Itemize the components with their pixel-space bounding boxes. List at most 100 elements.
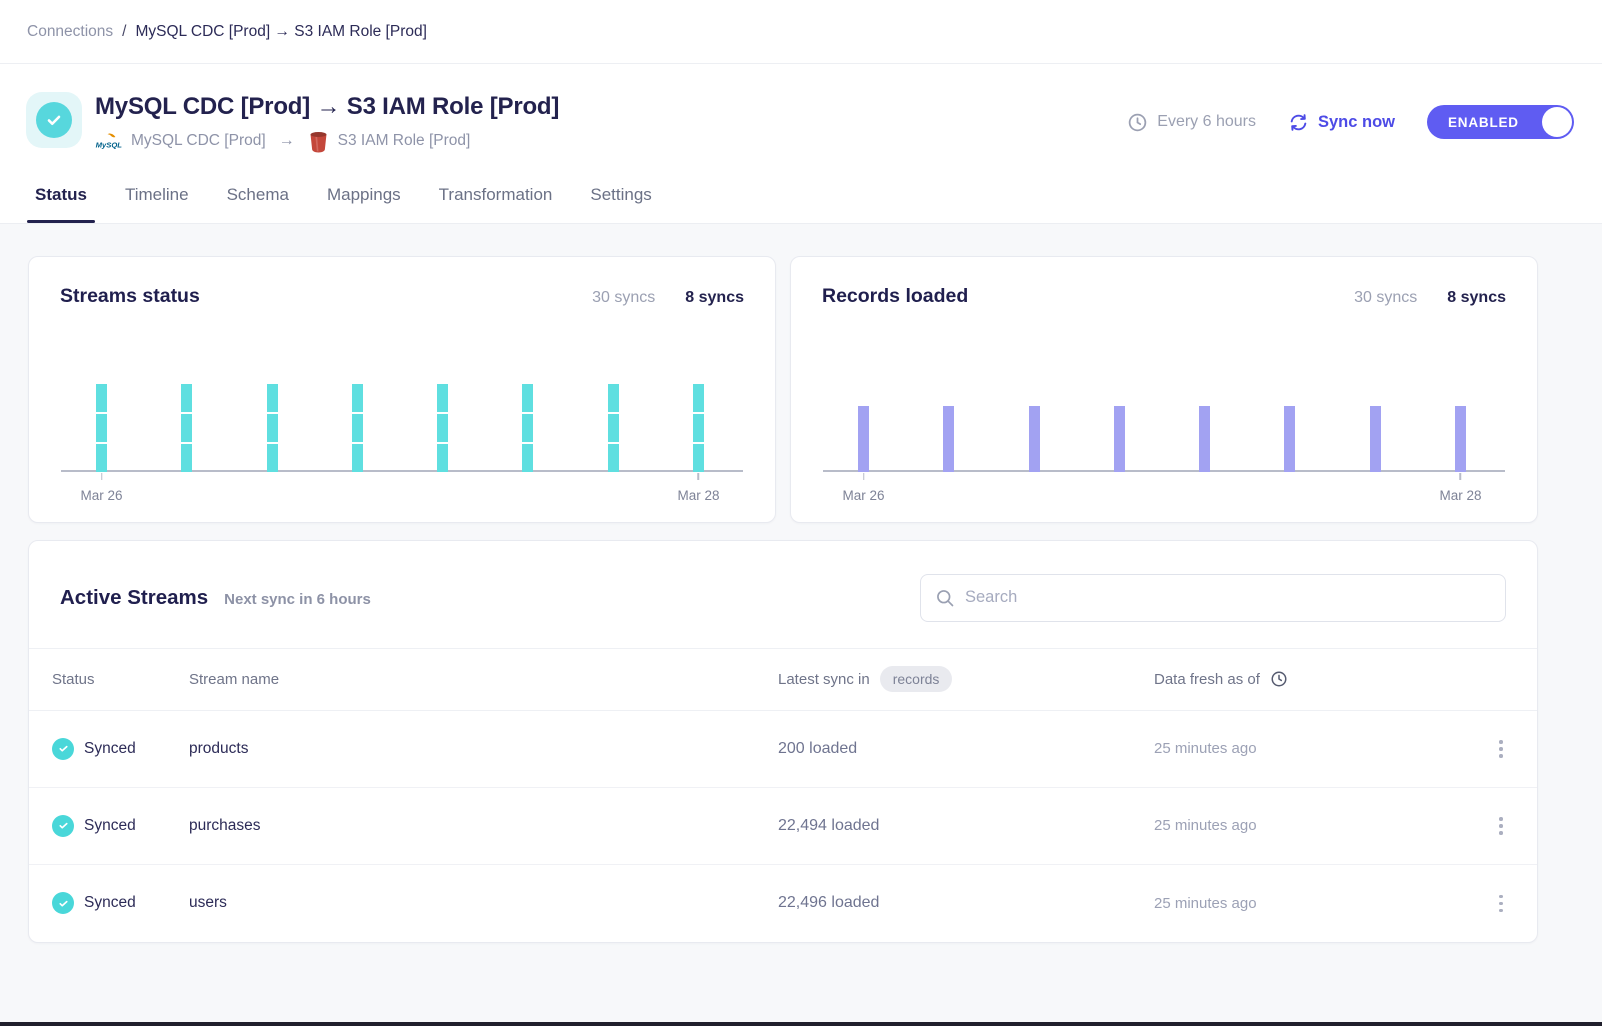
tab-mappings[interactable]: Mappings	[327, 177, 401, 223]
breadcrumb: Connections / MySQL CDC [Prod] → S3 IAM …	[0, 0, 1602, 64]
sync-now-button[interactable]: Sync now	[1288, 112, 1395, 133]
chart-bar	[522, 384, 533, 472]
search-input[interactable]	[965, 588, 1491, 607]
syncs-selected-label: 8 syncs	[685, 289, 744, 307]
column-stream-name: Stream name	[189, 671, 778, 688]
source-name: MySQL CDC [Prod]	[131, 132, 266, 150]
breadcrumb-separator: /	[122, 23, 126, 41]
chart-bar	[1455, 406, 1466, 472]
axis-tick	[101, 473, 103, 480]
chart-bar	[1370, 406, 1381, 472]
main-content: Streams status 30 syncs 8 syncs Mar 26Ma…	[0, 224, 1602, 943]
schedule-label: Every 6 hours	[1157, 113, 1256, 131]
syncs-selected-label: 8 syncs	[1447, 289, 1506, 307]
next-sync-label: Next sync in 6 hours	[224, 591, 371, 608]
sync-schedule: Every 6 hours	[1127, 112, 1256, 133]
chart-bar	[1114, 406, 1125, 472]
column-latest-sync: Latest sync in	[778, 671, 870, 688]
axis-tick	[698, 473, 700, 480]
records-loaded-value: 22,496 loaded	[778, 894, 1154, 912]
axis-tick	[863, 473, 865, 480]
breadcrumb-connections-link[interactable]: Connections	[27, 23, 113, 41]
stream-status-label: Synced	[84, 894, 136, 912]
stream-name: purchases	[189, 817, 778, 835]
x-axis-label: Mar 26	[842, 488, 884, 503]
table-row[interactable]: Synced purchases 22,494 loaded 25 minute…	[29, 788, 1537, 865]
chart-bar	[352, 384, 363, 472]
data-freshness-value: 25 minutes ago	[1154, 895, 1457, 912]
records-loaded-chart: Mar 26 Mar 28	[822, 308, 1506, 522]
stream-status-label: Synced	[84, 740, 136, 758]
streams-table-body: Synced products 200 loaded 25 minutes ag…	[29, 711, 1537, 942]
records-unit-badge[interactable]: records	[880, 666, 953, 692]
syncs-total-label: 30 syncs	[1354, 289, 1417, 307]
connection-tabs: Status Timeline Schema Mappings Transformati…	[0, 177, 1602, 223]
connection-enabled-toggle[interactable]: ENABLED	[1427, 105, 1574, 139]
x-axis-label: Mar 28	[1439, 488, 1481, 503]
check-circle-icon	[52, 892, 74, 914]
chart-bar	[693, 384, 704, 472]
streams-table-header: Status Stream name Latest sync in record…	[29, 648, 1537, 711]
refresh-icon	[1288, 112, 1309, 133]
s3-bucket-icon	[308, 130, 329, 153]
destination-name: S3 IAM Role [Prod]	[338, 132, 471, 150]
records-loaded-title: Records loaded	[822, 285, 968, 308]
tab-transformation[interactable]: Transformation	[439, 177, 553, 223]
records-loaded-value: 22,494 loaded	[778, 817, 1154, 835]
tab-schema[interactable]: Schema	[227, 177, 289, 223]
chart-bar	[1284, 406, 1295, 472]
chart-bar	[96, 384, 107, 472]
chart-bar	[1029, 406, 1040, 472]
stream-search	[920, 574, 1506, 622]
streams-status-title: Streams status	[60, 285, 200, 308]
streams-status-chart: Mar 26 Mar 28	[60, 308, 744, 522]
check-circle-icon	[52, 738, 74, 760]
clock-icon	[1270, 670, 1288, 688]
chart-bar	[608, 384, 619, 472]
page-title: MySQL CDC [Prod] → S3 IAM Role [Prod]	[95, 93, 1127, 122]
arrow-icon: →	[279, 132, 295, 150]
check-circle-icon	[36, 102, 72, 138]
tab-settings[interactable]: Settings	[590, 177, 651, 223]
check-circle-icon	[52, 815, 74, 837]
sync-now-label: Sync now	[1318, 113, 1395, 132]
chart-bar	[943, 406, 954, 472]
svg-text:MySQL: MySQL	[96, 141, 122, 150]
connection-header: MySQL CDC [Prod] → S3 IAM Role [Prod] My…	[0, 64, 1602, 224]
column-data-fresh: Data fresh as of	[1154, 671, 1260, 688]
search-icon	[935, 588, 955, 608]
records-loaded-card: Records loaded 30 syncs 8 syncs Mar 26Ma…	[790, 256, 1538, 523]
breadcrumb-current: MySQL CDC [Prod] → S3 IAM Role [Prod]	[135, 23, 426, 41]
connection-status-avatar	[26, 92, 82, 148]
active-streams-title: Active Streams	[60, 586, 208, 610]
kebab-icon[interactable]	[1485, 887, 1517, 919]
toggle-label: ENABLED	[1448, 115, 1519, 130]
stream-status-label: Synced	[84, 817, 136, 835]
table-row[interactable]: Synced products 200 loaded 25 minutes ag…	[29, 711, 1537, 788]
stream-name: users	[189, 894, 778, 912]
chart-bar	[858, 406, 869, 472]
active-streams-card: Active Streams Next sync in 6 hours Stat…	[28, 540, 1538, 943]
chart-bar	[437, 384, 448, 472]
clock-icon	[1127, 112, 1148, 133]
stream-name: products	[189, 740, 778, 758]
chart-bar	[1199, 406, 1210, 472]
tab-timeline[interactable]: Timeline	[125, 177, 189, 223]
axis-tick	[1460, 473, 1462, 480]
bottom-bar	[0, 1022, 1602, 1026]
chart-bar	[267, 384, 278, 472]
syncs-total-label: 30 syncs	[592, 289, 655, 307]
column-status: Status	[52, 671, 189, 688]
tab-status[interactable]: Status	[35, 177, 87, 223]
data-freshness-value: 25 minutes ago	[1154, 740, 1457, 757]
toggle-knob	[1542, 107, 1572, 137]
streams-status-card: Streams status 30 syncs 8 syncs Mar 26Ma…	[28, 256, 776, 523]
x-axis-label: Mar 26	[80, 488, 122, 503]
x-axis-label: Mar 28	[677, 488, 719, 503]
records-loaded-value: 200 loaded	[778, 740, 1154, 758]
kebab-icon[interactable]	[1485, 810, 1517, 842]
kebab-icon[interactable]	[1485, 733, 1517, 765]
table-row[interactable]: Synced users 22,496 loaded 25 minutes ag…	[29, 865, 1537, 942]
chart-bar	[181, 384, 192, 472]
data-freshness-value: 25 minutes ago	[1154, 817, 1457, 834]
